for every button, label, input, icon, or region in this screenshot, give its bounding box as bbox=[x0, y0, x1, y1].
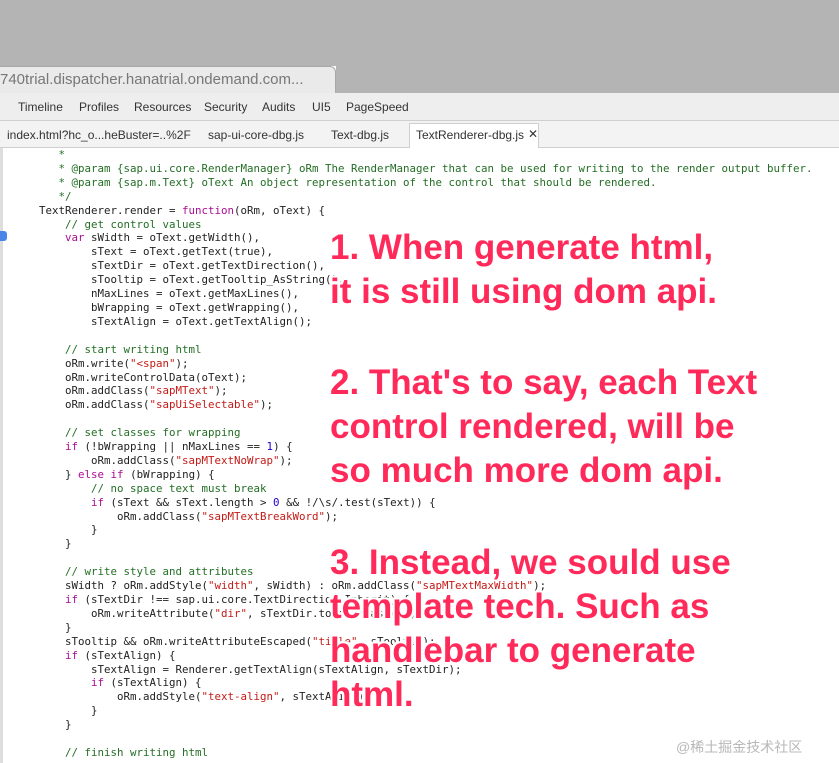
tab-pagespeed[interactable]: PageSpeed bbox=[346, 100, 409, 114]
file-tab-text-dbg[interactable]: Text-dbg.js bbox=[331, 128, 389, 142]
annotation-2: 2. That's to say, each Text control rend… bbox=[330, 363, 758, 490]
tab-ui5[interactable]: UI5 bbox=[312, 100, 331, 114]
code-line[interactable]: TextRenderer.render = function(oRm, oTex… bbox=[0, 204, 813, 218]
file-tab-textrenderer-active[interactable]: TextRenderer-dbg.js ✕ bbox=[409, 123, 539, 148]
code-line[interactable]: * @param {sap.m.Text} oText An object re… bbox=[0, 176, 813, 190]
file-tab-sap-ui-core[interactable]: sap-ui-core-dbg.js bbox=[208, 128, 304, 142]
browser-chrome-bar bbox=[0, 0, 839, 66]
devtools-panel-tabs: l Timeline Profiles Resources Security A… bbox=[0, 93, 839, 121]
code-line[interactable]: sTextAlign = oText.getTextAlign(); bbox=[0, 315, 813, 329]
code-line[interactable]: * @param {sap.ui.core.RenderManager} oRm… bbox=[0, 162, 813, 176]
code-line[interactable]: */ bbox=[0, 190, 813, 204]
browser-url-tab[interactable]: 740trial.dispatcher.hanatrial.ondemand.c… bbox=[0, 66, 336, 93]
annotation-1: 1. When generate html, it is still using… bbox=[330, 228, 717, 311]
code-line[interactable]: // start writing html bbox=[0, 343, 813, 357]
file-tab-label: TextRenderer-dbg.js bbox=[416, 128, 525, 142]
tab-security[interactable]: Security bbox=[204, 100, 247, 114]
code-line[interactable]: * bbox=[0, 148, 813, 162]
code-line[interactable]: } bbox=[0, 718, 813, 732]
file-tab-index-html[interactable]: index.html?hc_o...heBuster=..%2F bbox=[7, 128, 191, 142]
annotation-3: 3. Instead, we sould use template tech. … bbox=[330, 543, 731, 714]
code-line[interactable]: oRm.addClass("sapMTextBreakWord"); bbox=[0, 510, 813, 524]
code-line[interactable]: ​ bbox=[0, 329, 813, 343]
code-line[interactable]: if (sText && sText.length > 0 && !/\s/.t… bbox=[0, 496, 813, 510]
tab-timeline[interactable]: Timeline bbox=[18, 100, 63, 114]
tab-audits[interactable]: Audits bbox=[262, 100, 295, 114]
tab-strip-background bbox=[336, 66, 839, 93]
watermark: @稀土掘金技术社区 bbox=[676, 739, 803, 755]
close-icon[interactable]: ✕ bbox=[528, 127, 538, 141]
tab-resources[interactable]: Resources bbox=[134, 100, 191, 114]
tab-network[interactable]: l bbox=[0, 100, 1, 114]
tab-profiles[interactable]: Profiles bbox=[79, 100, 119, 114]
url-text: 740trial.dispatcher.hanatrial.ondemand.c… bbox=[0, 71, 304, 88]
code-line[interactable]: } bbox=[0, 523, 813, 537]
source-file-tabs: index.html?hc_o...heBuster=..%2F sap-ui-… bbox=[0, 121, 839, 148]
